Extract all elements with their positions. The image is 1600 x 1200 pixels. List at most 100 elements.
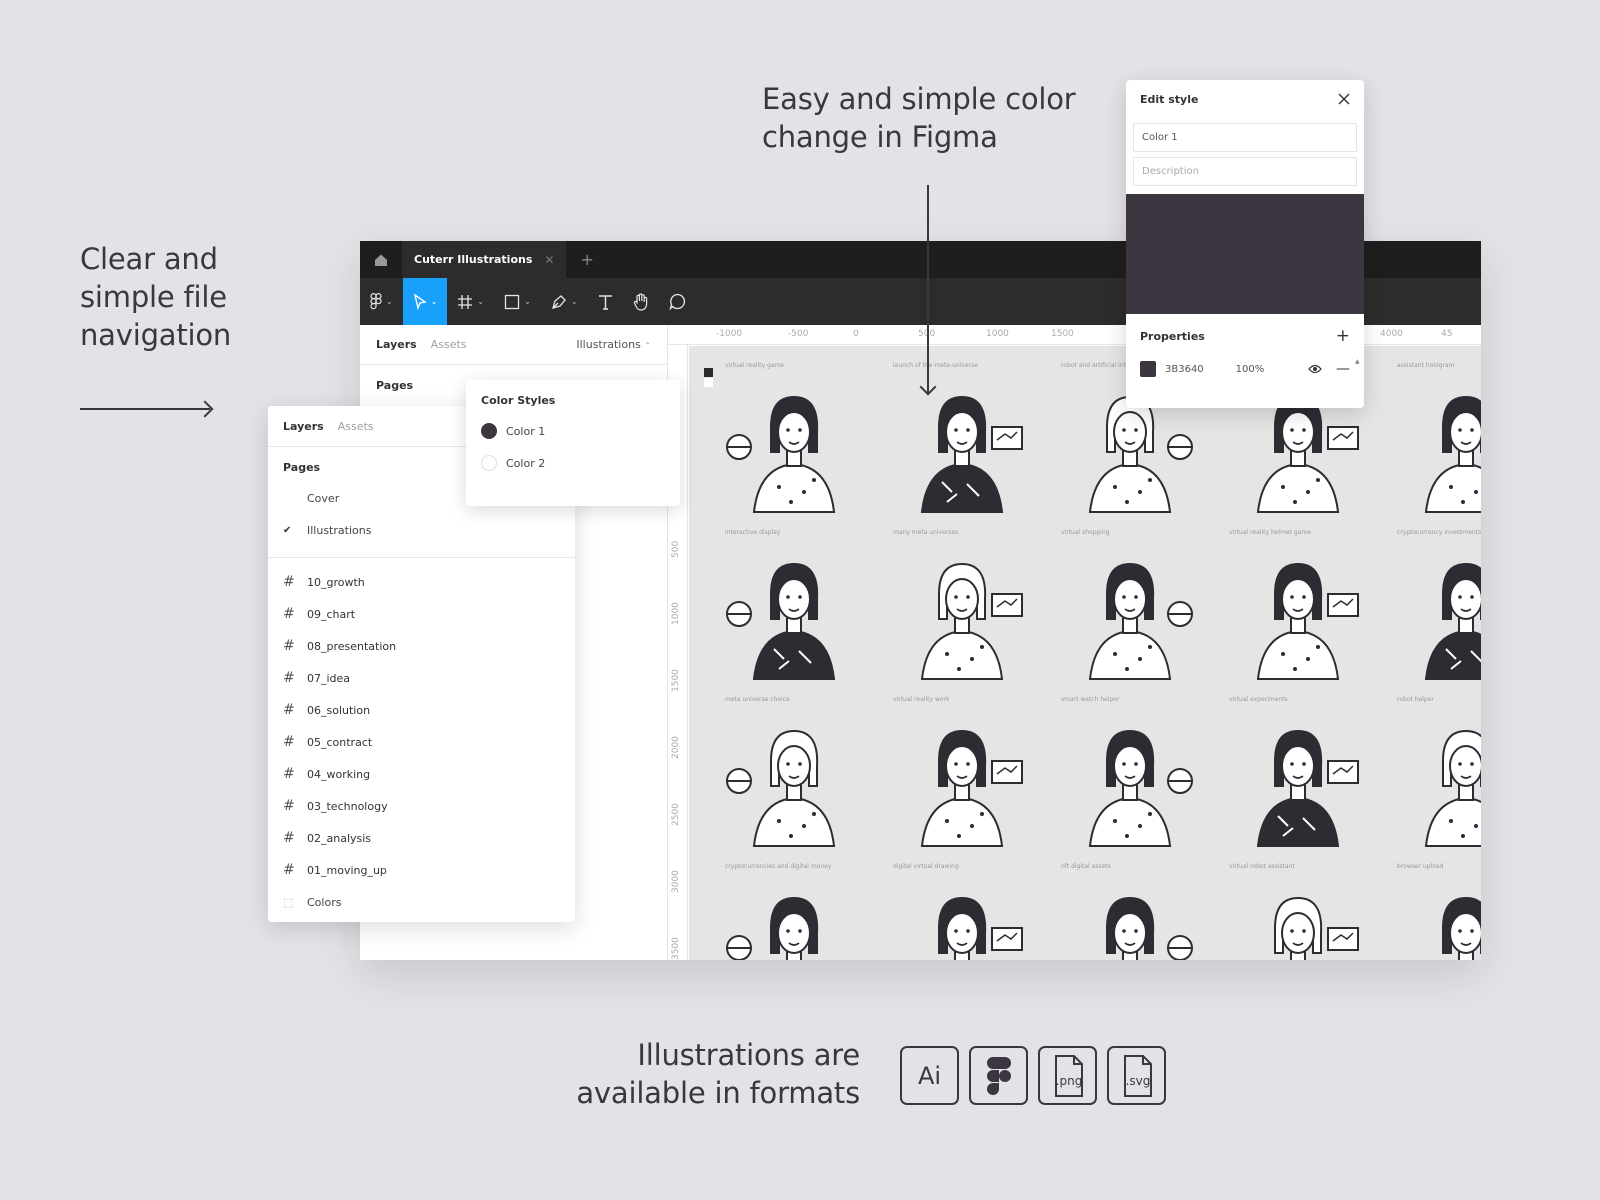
home-icon[interactable]: [360, 241, 402, 278]
comment-tool-button[interactable]: [659, 278, 696, 325]
layer-item-frame[interactable]: #06_solution: [268, 694, 575, 726]
illustration-frame[interactable]: many meta universes: [887, 527, 1037, 687]
illustration-frame[interactable]: assistant hologram: [1391, 360, 1481, 520]
chevron-down-icon: ⌄: [524, 297, 531, 306]
frame-tool-button[interactable]: ⌄: [447, 278, 494, 325]
file-tab[interactable]: Cuterr Illustrations ✕: [402, 241, 567, 278]
illustration-frame[interactable]: virtual reality helmet game: [1223, 527, 1373, 687]
format-svg-label: .svg: [1125, 1074, 1150, 1088]
layer-item-frame[interactable]: #08_presentation: [268, 630, 575, 662]
layer-label: 08_presentation: [307, 639, 397, 653]
layer-item-frame[interactable]: #10_growth: [268, 566, 575, 598]
page-item-illustrations[interactable]: ✔ Illustrations: [268, 514, 575, 546]
checkmark-icon: ✔: [283, 524, 292, 536]
ruler-tick-label: 2500: [671, 803, 681, 826]
hand-tool-button[interactable]: [623, 278, 659, 325]
fill-property-row[interactable]: 3B3640 100% —: [1126, 358, 1364, 380]
remove-property-icon[interactable]: —: [1336, 361, 1350, 377]
main-menu-button[interactable]: ⌄: [360, 278, 403, 325]
new-tab-icon[interactable]: +: [580, 250, 593, 269]
layer-item-frame[interactable]: #02_analysis: [268, 822, 575, 854]
layer-item-frame[interactable]: #09_chart: [268, 598, 575, 630]
illustration-frame[interactable]: browser upload: [1391, 861, 1481, 960]
ruler-tick-label: 3000: [671, 870, 681, 893]
illustration-frame[interactable]: virtual robot assistant: [1223, 861, 1373, 960]
headline-formats: Illustrations are available in formats: [576, 1038, 860, 1110]
text-tool-button[interactable]: [588, 278, 623, 325]
layer-label: 10_growth: [307, 575, 365, 589]
headline-color-change: Easy and simple color change in Figma: [762, 82, 1076, 154]
character-illustration: [1442, 896, 1481, 960]
frame-icon: #: [283, 766, 295, 782]
style-name-input[interactable]: Color 1: [1133, 123, 1357, 152]
color-preview-swatch: [1126, 194, 1364, 314]
canvas[interactable]: virtual reality game launch of the meta-u…: [689, 346, 1481, 960]
illustration-frame[interactable]: virtual shopping: [1055, 527, 1205, 687]
opacity-value[interactable]: 100%: [1236, 364, 1265, 375]
color-style-item[interactable]: Color 2: [481, 455, 665, 471]
move-tool-button[interactable]: ⌄: [402, 278, 448, 325]
tab-layers[interactable]: Layers: [376, 338, 417, 351]
character-illustration: [1256, 562, 1359, 680]
add-property-icon[interactable]: +: [1336, 326, 1350, 346]
character-illustration: [726, 395, 836, 513]
illustration-frame[interactable]: smart watch helper: [1055, 694, 1205, 854]
layer-item-frame[interactable]: #04_working: [268, 758, 575, 790]
illustration-frame[interactable]: cryptocurrency investments: [1391, 527, 1481, 687]
illustration-label: meta universe choice: [725, 696, 790, 703]
frame-icon: #: [283, 670, 295, 686]
illustration-frame[interactable]: digital virtual drawing: [887, 861, 1037, 960]
illustration-frame[interactable]: cryptocurrencies and digital money: [719, 861, 869, 960]
layer-label: 07_idea: [307, 671, 351, 685]
layer-label: 09_chart: [307, 607, 356, 621]
character-illustration: [920, 729, 1023, 847]
tab-assets[interactable]: Assets: [431, 338, 467, 351]
page-selector[interactable]: Illustrations ⌃: [576, 338, 651, 351]
character-illustration: [1088, 562, 1193, 680]
layer-item-frame[interactable]: #01_moving_up: [268, 854, 575, 886]
fill-swatch[interactable]: [1140, 361, 1156, 377]
illustration-frame[interactable]: virtual reality game: [719, 360, 869, 520]
frame-icon: #: [283, 638, 295, 654]
text-icon: [598, 294, 612, 310]
style-description-input[interactable]: Description: [1133, 157, 1357, 186]
illustration-frame[interactable]: interactive display: [719, 527, 869, 687]
layer-label: Colors: [307, 895, 342, 909]
frame-icon: [458, 294, 473, 309]
close-tab-icon[interactable]: ✕: [544, 253, 554, 267]
character-illustration: [1424, 395, 1481, 513]
scrollbar[interactable]: ▲▼: [1355, 332, 1361, 408]
illustration-frame[interactable]: nft digital assets: [1055, 861, 1205, 960]
shape-tool-button[interactable]: ⌄: [494, 278, 541, 325]
illustration-label: launch of the meta-universe: [893, 362, 978, 369]
layer-label: 04_working: [307, 767, 371, 781]
page-selector-label: Illustrations: [576, 338, 641, 351]
illustration-frame[interactable]: virtual experiments: [1223, 694, 1373, 854]
color-style-label: Color 2: [506, 456, 546, 470]
layer-item-frame[interactable]: #07_idea: [268, 662, 575, 694]
character-illustration: [726, 562, 836, 680]
color-styles-popup: Color Styles Color 1 Color 2: [466, 380, 680, 506]
illustration-frame[interactable]: virtual reality work: [887, 694, 1037, 854]
selection-swatch: [704, 368, 713, 377]
ruler-tick-label: 1500: [1051, 329, 1074, 339]
pen-tool-button[interactable]: ⌄: [541, 278, 588, 325]
layer-item-colors[interactable]: ⬚ Colors: [268, 886, 575, 918]
hex-value[interactable]: 3B3640: [1165, 364, 1204, 375]
frame-icon: #: [283, 574, 295, 590]
close-icon[interactable]: [1338, 93, 1350, 105]
tab-layers[interactable]: Layers: [283, 420, 324, 433]
eye-icon[interactable]: [1308, 364, 1322, 374]
selection-swatch: [704, 378, 713, 387]
layer-item-frame[interactable]: #05_contract: [268, 726, 575, 758]
chevron-down-icon: ⌄: [477, 297, 485, 306]
layer-item-frame[interactable]: #03_technology: [268, 790, 575, 822]
tab-assets[interactable]: Assets: [338, 420, 374, 433]
color-style-item[interactable]: Color 1: [481, 423, 665, 439]
illustration-frame[interactable]: launch of the meta-universe: [887, 360, 1037, 520]
color-style-label: Color 1: [506, 424, 546, 438]
layer-label: 03_technology: [307, 799, 388, 813]
illustration-frame[interactable]: robot helper: [1391, 694, 1481, 854]
illustration-frame[interactable]: meta universe choice: [719, 694, 869, 854]
illustration-label: robot helper: [1397, 696, 1434, 703]
